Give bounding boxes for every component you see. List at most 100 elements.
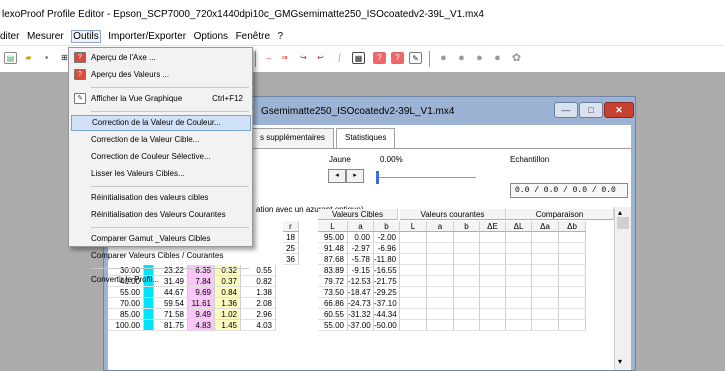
menu-edit[interactable]: diter [0,31,19,42]
open-icon[interactable]: ▤ [4,52,17,64]
table-cell [427,298,454,309]
menu-item-11[interactable]: Réinitialisation des Valeurs Courantes [71,207,251,223]
table-cell [506,298,532,309]
table-cell: 79.72 [318,276,348,287]
table-cell [559,232,586,243]
dot-icon[interactable]: ● [455,52,468,64]
table-cell [480,265,506,276]
arrow-right-alt-icon[interactable]: ⇒ [278,52,291,64]
menu-window[interactable]: Fenêtre [236,31,270,42]
menu-tools[interactable]: Outils [71,30,101,43]
arrow-curve-icon[interactable]: ↪ [297,52,310,64]
tab-supplementaires[interactable]: s supplémentaires [251,128,334,148]
vertical-scrollbar[interactable]: ▴ ▾ [614,207,631,370]
table-cell [506,243,532,254]
table-cell [506,265,532,276]
table-cell: 71.58 [154,309,188,320]
question-box-icon[interactable]: ? [373,52,386,64]
channel-slider[interactable] [332,171,482,185]
maximize-button[interactable]: □ [579,102,603,118]
table-cell: 44.67 [154,287,188,298]
menu-item-label: Aperçu des Valeurs ... [91,70,170,79]
table-cell [144,309,154,320]
table-cell [400,287,427,298]
grid-view-icon[interactable]: ▦ [352,52,365,64]
menu-item-16[interactable]: Convertir le Profil... [71,272,251,288]
table-cell [144,298,154,309]
dot-icon[interactable]: ● [491,52,504,64]
table-cell [480,287,506,298]
menu-item-13[interactable]: Comparer Gamut _Valeurs Cibles [71,231,251,247]
tools-dropdown-menu: Aperçu de l'Axe ...? Aperçu des Valeurs .… [68,47,253,284]
table-cell: -37.00 [348,320,374,331]
menu-import-export[interactable]: Importer/Exporter [108,31,186,42]
flower-icon[interactable]: ✿ [510,52,523,64]
table-cell: -24.73 [348,298,374,309]
menu-measure[interactable]: Mesurer [27,31,64,42]
menu-help[interactable]: ? [278,31,284,42]
edit-box-icon[interactable]: ✎ [409,52,422,64]
menu-item-0[interactable]: Aperçu de l'Axe ...? [71,50,251,66]
table-cell: -16.55 [374,265,400,276]
table-cell: 70.00 [108,298,144,309]
menu-options[interactable]: Options [194,31,228,42]
table-cell: 36 [283,254,299,265]
menu-item-10[interactable]: Réinitialisation des valeurs cibles [71,190,251,206]
scroll-up-icon[interactable]: ▴ [618,208,622,217]
table-cell [480,232,506,243]
menu-item-6[interactable]: Correction de la Valeur Cible... [71,132,251,148]
menu-item-label: Comparer Valeurs Cibles / Courantes [91,251,224,260]
curve-icon[interactable]: ∫ [333,52,346,64]
arrow-right-icon[interactable]: → [262,52,275,64]
column-header: ΔL [506,221,532,232]
tab-statistiques[interactable]: Statistiques [336,128,396,148]
table-cell [480,243,506,254]
menu-item-7[interactable]: Correction de Couleur Sélective... [71,149,251,165]
table-cell [400,298,427,309]
column-header: b [374,221,400,232]
table-cell [400,232,427,243]
menu-item-label: Réinitialisation des Valeurs Courantes [91,210,226,219]
table-cell [480,309,506,320]
table-cell [427,254,454,265]
window-title: lexoProof Profile Editor - Epson_SCP7000… [0,0,725,26]
group-header: Valeurs Cibles [318,209,398,220]
table-cell: -29.25 [374,287,400,298]
table-cell: -11.80 [374,254,400,265]
table-cell: -2.97 [348,243,374,254]
save-icon[interactable]: ▪ [40,52,53,64]
table-cell [454,298,480,309]
table-cell: 25 [283,243,299,254]
menubar: diter Mesurer Outils Importer/Exporter O… [0,26,725,46]
dot-icon[interactable]: ● [473,52,486,64]
scroll-down-icon[interactable]: ▾ [618,357,622,366]
slider-thumb[interactable] [376,171,379,184]
arrow-curve-alt-icon[interactable]: ↩ [314,52,327,64]
column-header: a [427,221,454,232]
group-header: Comparaison [506,209,614,220]
menu-item-5[interactable]: Correction de la Valeur de Couleur... [71,115,251,131]
table-cell [559,320,586,331]
scroll-thumb[interactable] [617,217,629,229]
menu-item-3[interactable]: Afficher la Vue Graphique ✎ Ctrl+F12 [71,91,251,107]
dot-icon[interactable]: ● [437,52,450,64]
folder-icon[interactable]: ▰ [22,52,35,64]
table-cell: -31.32 [348,309,374,320]
table-cell [506,254,532,265]
table-cell: 2.96 [241,309,276,320]
question-box-alt-icon[interactable]: ? [391,52,404,64]
table-cell: 4.03 [241,320,276,331]
preview-values-icon: ? [74,69,86,80]
graph-view-icon: ✎ [74,93,86,104]
table-cell: -9.15 [348,265,374,276]
table-cell: 59.54 [154,298,188,309]
close-button[interactable]: ✕ [604,102,634,118]
menu-item-1[interactable]: Aperçu des Valeurs ...? [71,67,251,83]
table-cell: -37.10 [374,298,400,309]
menu-item-8[interactable]: Lisser les Valeurs Cibles... [71,166,251,182]
table-cell [480,320,506,331]
column-header: Δa [532,221,559,232]
menu-item-14[interactable]: Comparer Valeurs Cibles / Courantes [71,248,251,264]
menu-item-label: Convertir le Profil... [91,275,160,284]
minimize-button[interactable]: — [554,102,578,118]
